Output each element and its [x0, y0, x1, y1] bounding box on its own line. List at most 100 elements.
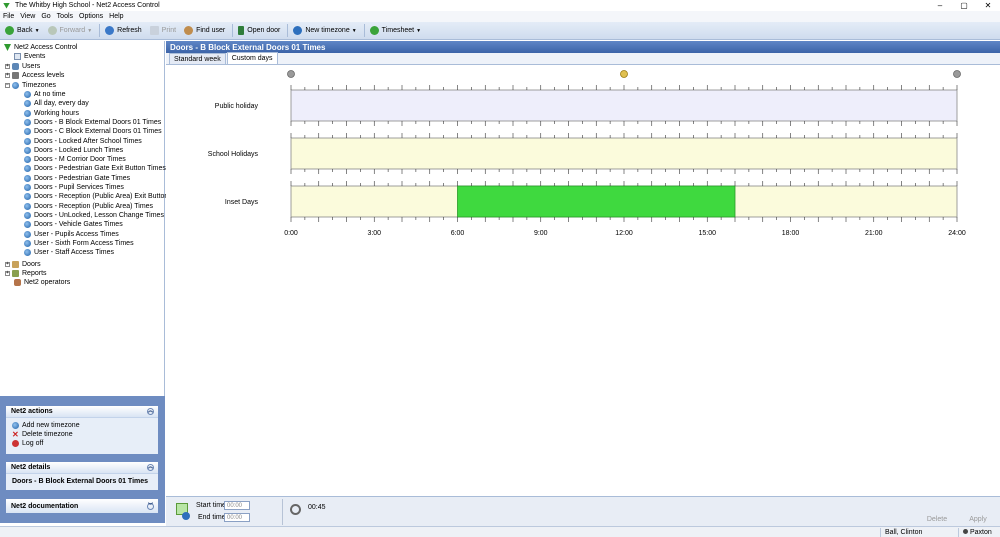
tree-item-label: Doors - Locked Lunch Times: [34, 146, 124, 154]
tree-timezone-item[interactable]: Doors - M Corrior Door Times: [24, 155, 126, 164]
expand-icon[interactable]: +: [5, 64, 10, 69]
task-panes: Net2 actions ︽ Add new timezone ✕ Delete…: [0, 396, 165, 523]
toolbar-separator: [363, 24, 365, 37]
collapse-chevron-icon[interactable]: ︽: [147, 408, 154, 415]
tree-item-access-levels[interactable]: + Access levels: [5, 71, 64, 80]
navigation-tree: Net2 Access Control Events + Users + Acc…: [0, 41, 189, 396]
clock-icon: [24, 239, 31, 247]
add-timezone-link[interactable]: Add new timezone: [6, 421, 158, 430]
noon-marker-icon[interactable]: [620, 70, 628, 78]
refresh-icon: [105, 26, 115, 35]
delete-button[interactable]: Delete: [923, 514, 951, 525]
menu-file[interactable]: File: [3, 13, 14, 20]
paxton-logo-icon: [963, 529, 968, 534]
start-marker-icon[interactable]: [287, 70, 295, 78]
tree-timezone-item[interactable]: User - Pupils Access Times: [24, 230, 119, 239]
tab-standard-week[interactable]: Standard week: [169, 53, 226, 64]
open-door-label: Open door: [247, 27, 281, 34]
content-header: Doors - B Block External Doors 01 Times: [166, 41, 1000, 53]
tree-timezone-item[interactable]: Doors - Reception (Public Area) Times: [24, 202, 153, 211]
end-time-input[interactable]: 00:00: [224, 513, 250, 522]
tree-timezone-item[interactable]: Doors - Pedestrian Gate Times: [24, 174, 130, 183]
menu-go[interactable]: Go: [41, 13, 50, 20]
timesheet-label: Timesheet: [381, 27, 415, 34]
clock-icon: [24, 211, 31, 219]
actions-pane-title: Net2 actions: [11, 408, 53, 415]
timeline-row-background[interactable]: [290, 89, 958, 122]
tree-timezone-item[interactable]: Doors - UnLocked, Lesson Change Times: [24, 211, 164, 220]
back-button[interactable]: Back ▼: [2, 23, 43, 38]
back-arrow-icon: [5, 26, 14, 35]
collapse-icon[interactable]: −: [5, 83, 10, 88]
clock-icon: [24, 193, 31, 201]
tree-timezone-item[interactable]: User - Sixth Form Access Times: [24, 239, 134, 248]
tree-timezone-item[interactable]: All day, every day: [24, 99, 89, 108]
tree-item-label: At no time: [34, 91, 66, 98]
new-timezone-label: New timezone: [305, 27, 350, 34]
timeline-row-background[interactable]: [290, 137, 958, 170]
tree-item-doors[interactable]: + Doors: [5, 260, 41, 269]
window-title: The Whitby High School - Net2 Access Con…: [15, 2, 160, 9]
start-time-input[interactable]: 00:00: [224, 501, 250, 510]
clock-icon: [24, 221, 31, 229]
forward-button[interactable]: Forward ▼: [45, 23, 96, 38]
expand-icon[interactable]: +: [5, 73, 10, 78]
toolbar-separator: [287, 24, 289, 37]
tree-timezone-item[interactable]: At no time: [24, 90, 66, 99]
tree-timezone-item[interactable]: Doors - Pedestrian Gate Exit Button Time…: [24, 164, 166, 173]
apply-button[interactable]: Apply: [964, 514, 992, 525]
print-button[interactable]: Print: [147, 23, 179, 38]
tree-timezone-item[interactable]: User - Staff Access Times: [24, 248, 114, 257]
menu-options[interactable]: Options: [79, 13, 103, 20]
new-timezone-button[interactable]: New timezone ▼: [290, 23, 359, 38]
collapse-chevron-icon[interactable]: ︽: [147, 464, 154, 471]
tree-timezone-item[interactable]: Working hours: [24, 109, 79, 118]
find-user-button[interactable]: Find user: [181, 23, 228, 38]
tree-item-label: Users: [22, 63, 41, 70]
operators-icon: [14, 279, 21, 286]
expand-icon[interactable]: +: [5, 271, 10, 276]
close-button[interactable]: ✕: [976, 0, 1000, 11]
tab-custom-days[interactable]: Custom days: [226, 52, 278, 64]
menu-view[interactable]: View: [20, 13, 35, 20]
expand-icon[interactable]: +: [5, 262, 10, 267]
minimize-button[interactable]: –: [928, 0, 952, 11]
tree-root[interactable]: Net2 Access Control: [4, 43, 77, 52]
tree-item-reports[interactable]: + Reports: [5, 269, 47, 278]
details-value: Doors - B Block External Doors 01 Times: [12, 477, 149, 485]
timeline-interval-bar[interactable]: [457, 185, 736, 218]
tree-item-events[interactable]: Events: [14, 52, 45, 61]
expand-chevron-icon[interactable]: ︾: [147, 502, 154, 510]
log-off-link[interactable]: Log off: [6, 439, 158, 448]
tree-timezone-item[interactable]: Doors - Pupil Services Times: [24, 183, 124, 192]
actions-pane-header[interactable]: Net2 actions ︽: [6, 406, 158, 418]
menu-help[interactable]: Help: [109, 13, 123, 20]
chevron-down-icon: ▼: [87, 27, 93, 34]
tree-item-label: Working hours: [34, 109, 80, 117]
menu-tools[interactable]: Tools: [57, 13, 73, 20]
tree-item-timezones[interactable]: − Timezones: [5, 81, 56, 90]
clock-icon: [24, 146, 31, 154]
tree-item-label: Doors - B Block External Doors 01 Times: [34, 118, 162, 126]
open-door-button[interactable]: Open door: [235, 23, 283, 38]
delete-timezone-label: Delete timezone: [22, 431, 73, 438]
tree-timezone-item[interactable]: Doors - Locked Lunch Times: [24, 146, 123, 155]
maximize-button[interactable]: ▢: [952, 0, 976, 11]
tree-item-label: Net2 operators: [24, 279, 71, 286]
details-pane-header[interactable]: Net2 details ︽: [6, 462, 158, 474]
tree-timezone-item[interactable]: Doors - B Block External Doors 01 Times: [24, 118, 161, 127]
tree-item-users[interactable]: + Users: [5, 62, 40, 71]
delete-timezone-link[interactable]: ✕ Delete timezone: [6, 430, 158, 439]
end-marker-icon[interactable]: [953, 70, 961, 78]
duration-icon: [290, 504, 301, 515]
timesheet-button[interactable]: Timesheet ▼: [367, 23, 424, 38]
documentation-pane-header[interactable]: Net2 documentation ︾: [6, 499, 158, 513]
clock-icon: [24, 230, 31, 238]
refresh-button[interactable]: Refresh: [102, 23, 145, 38]
tree-timezone-item[interactable]: Doors - Vehicle Gates Times: [24, 220, 123, 229]
tree-item-operators[interactable]: Net2 operators: [14, 278, 70, 287]
tree-timezone-item[interactable]: Doors - C Block External Doors 01 Times: [24, 127, 162, 136]
tree-item-label: Doors - UnLocked, Lesson Change Times: [34, 211, 164, 219]
tree-timezone-item[interactable]: Doors - Locked After School Times: [24, 137, 142, 146]
tree-timezone-item[interactable]: Doors - Reception (Public Area) Exit But…: [24, 192, 189, 201]
